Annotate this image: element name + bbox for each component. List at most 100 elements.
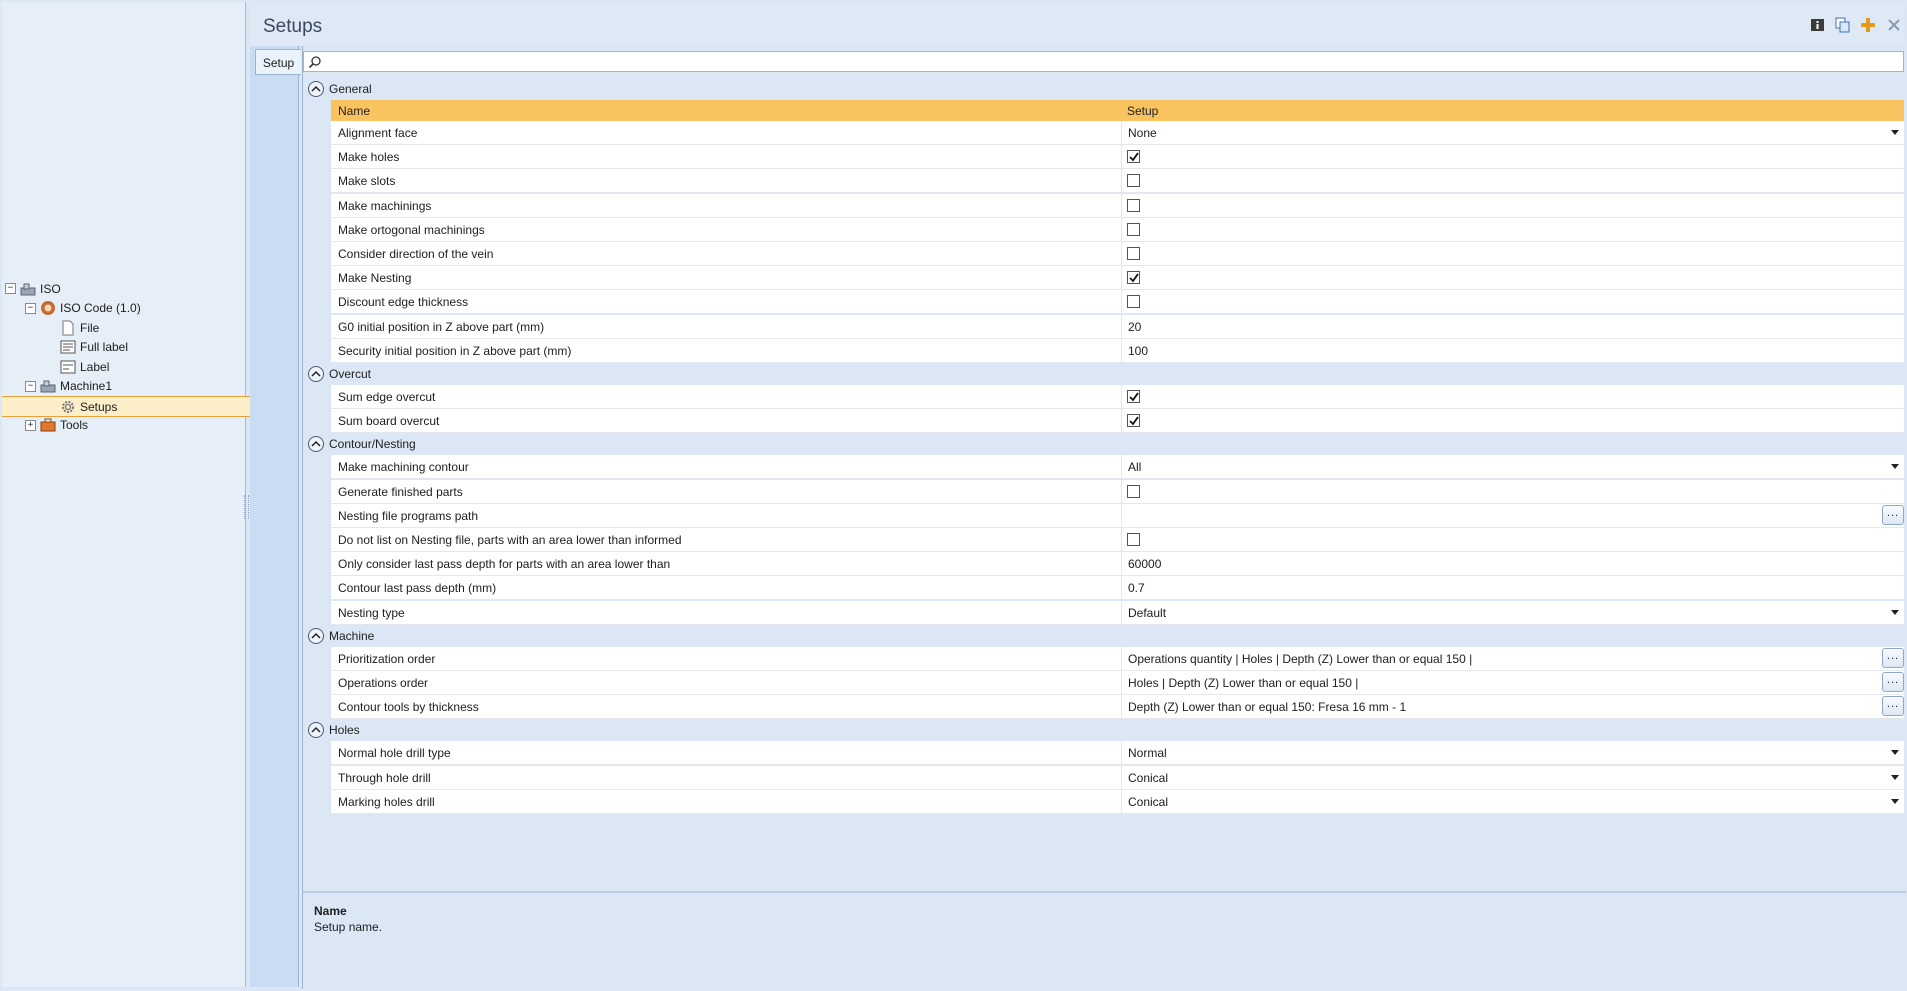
property-row-operations-order[interactable]: Operations order Holes | Depth (Z) Lower … — [331, 671, 1904, 695]
property-row-make-holes[interactable]: Make holes — [331, 145, 1905, 170]
expand-icon[interactable]: + — [25, 419, 36, 431]
close-icon[interactable] — [1886, 17, 1902, 33]
dropdown-arrow-icon[interactable] — [1891, 774, 1899, 780]
tree-node-machine1[interactable]: − Machine1 — [25, 377, 112, 396]
checked-checkbox[interactable] — [1127, 271, 1140, 285]
property-value-cell[interactable]: Conical — [1121, 789, 1905, 813]
unchecked-checkbox[interactable] — [1127, 484, 1140, 498]
collapse-group-icon[interactable] — [308, 722, 324, 739]
property-row-make-nesting[interactable]: Make Nesting — [331, 266, 1905, 291]
copy-icon[interactable] — [1835, 17, 1851, 33]
column-header-value[interactable]: Setup — [1127, 104, 1158, 118]
property-row-prioritization-order[interactable]: Prioritization order Operations quantity … — [331, 646, 1905, 671]
property-row-g0-initial-position-in-z-above-part-mm[interactable]: G0 initial position in Z above part (mm)… — [331, 314, 1905, 339]
property-row-generate-finished-parts[interactable]: Generate finished parts — [331, 479, 1905, 504]
collapse-group-icon[interactable] — [308, 366, 324, 382]
dropdown-arrow-icon[interactable] — [1891, 609, 1899, 615]
property-row-discount-edge-thickness[interactable]: Discount edge thickness — [331, 290, 1905, 315]
property-value-cell[interactable] — [1121, 385, 1905, 408]
property-row-alignment-face[interactable]: Alignment face None — [331, 121, 1904, 145]
property-value-cell[interactable]: Default — [1121, 600, 1905, 624]
unchecked-checkbox[interactable] — [1127, 222, 1140, 236]
ellipsis-button[interactable]: ... — [1882, 672, 1904, 692]
tree-node-setups[interactable]: Setups — [2, 396, 289, 417]
property-value[interactable]: 100 — [1128, 344, 1148, 358]
property-row-consider-direction-of-the-vein[interactable]: Consider direction of the vein — [331, 242, 1904, 266]
ellipsis-button[interactable]: ... — [1882, 504, 1904, 525]
property-value-cell[interactable]: Holes | Depth (Z) Lower than or equal 15… — [1121, 671, 1905, 694]
property-value-cell[interactable]: Depth (Z) Lower than or equal 150: Fresa… — [1121, 695, 1905, 719]
unchecked-checkbox[interactable] — [1127, 533, 1140, 546]
property-row-make-ortogonal-machinings[interactable]: Make ortogonal machinings — [331, 217, 1905, 242]
property-row-through-hole-drill[interactable]: Through hole drill Conical — [331, 765, 1905, 790]
property-value[interactable]: 20 — [1128, 320, 1141, 334]
unchecked-checkbox[interactable] — [1127, 174, 1140, 188]
tree-node-tools[interactable]: + Tools — [25, 416, 88, 435]
tree-node-full-label[interactable]: Full label — [45, 338, 128, 357]
property-value-cell[interactable]: 20 — [1121, 314, 1905, 338]
tree-node-file[interactable]: File — [45, 318, 99, 337]
collapse-group-icon[interactable] — [308, 627, 324, 644]
dropdown-arrow-icon[interactable] — [1891, 130, 1899, 135]
property-row-only-consider-last-pass-depth-for-parts-with-an-area-lower-than[interactable]: Only consider last pass depth for parts … — [331, 552, 1905, 577]
property-value-cell[interactable] — [1121, 290, 1905, 314]
dropdown-arrow-icon[interactable] — [1891, 798, 1899, 804]
tree-node-iso-code-1-0[interactable]: − ISO Code (1.0) — [25, 299, 141, 318]
checked-checkbox[interactable] — [1127, 414, 1140, 428]
collapse-group-icon[interactable] — [308, 436, 324, 453]
collapse-group-icon[interactable] — [308, 81, 324, 97]
property-value-cell[interactable]: Conical — [1121, 765, 1905, 789]
tree-node-label[interactable]: Label — [45, 357, 109, 376]
search-input[interactable] — [303, 51, 1904, 72]
property-row-sum-edge-overcut[interactable]: Sum edge overcut — [331, 385, 1904, 409]
property-value-cell[interactable] — [1121, 217, 1905, 241]
unchecked-checkbox[interactable] — [1127, 198, 1140, 212]
ellipsis-button[interactable]: ... — [1882, 696, 1904, 717]
property-row-make-machining-contour[interactable]: Make machining contour All — [331, 455, 1905, 480]
add-icon[interactable] — [1860, 17, 1876, 33]
property-value-cell[interactable]: ... — [1121, 503, 1905, 527]
property-value[interactable]: 0.7 — [1128, 581, 1145, 595]
property-row-do-not-list-on-nesting-file-parts-with-an-area-lower-than-informed[interactable]: Do not list on Nesting file, parts with … — [331, 528, 1904, 552]
tree-node-iso[interactable]: − ISO — [5, 279, 61, 298]
info-icon[interactable] — [1810, 17, 1826, 33]
checked-checkbox[interactable] — [1127, 390, 1140, 403]
property-row-contour-last-pass-depth-mm[interactable]: Contour last pass depth (mm) 0.7 — [331, 576, 1905, 601]
column-header-name[interactable]: Name — [338, 104, 370, 118]
ellipsis-button[interactable]: ... — [1882, 647, 1904, 668]
property-value-cell[interactable]: All — [1121, 455, 1905, 479]
property-value-cell[interactable] — [1121, 479, 1905, 503]
splitter-handle[interactable] — [244, 495, 249, 519]
property-row-security-initial-position-in-z-above-part-mm[interactable]: Security initial position in Z above par… — [331, 338, 1905, 363]
collapse-icon[interactable]: − — [5, 283, 16, 294]
unchecked-checkbox[interactable] — [1127, 295, 1140, 309]
property-row-contour-tools-by-thickness[interactable]: Contour tools by thickness Depth (Z) Lowe… — [331, 695, 1905, 720]
property-value-cell[interactable] — [1121, 266, 1905, 290]
dropdown-arrow-icon[interactable] — [1891, 750, 1899, 756]
collapse-icon[interactable]: − — [25, 302, 36, 314]
checked-checkbox[interactable] — [1127, 150, 1140, 164]
property-value-cell[interactable] — [1121, 528, 1905, 551]
collapse-icon[interactable]: − — [25, 380, 36, 392]
property-row-make-slots[interactable]: Make slots — [331, 169, 1905, 194]
property-row-make-machinings[interactable]: Make machinings — [331, 193, 1905, 218]
property-value-cell[interactable]: Normal — [1121, 741, 1905, 765]
dropdown-arrow-icon[interactable] — [1891, 464, 1899, 470]
property-value-cell[interactable] — [1121, 169, 1905, 193]
property-value-cell[interactable] — [1121, 145, 1905, 169]
property-value-cell[interactable]: Operations quantity | Holes | Depth (Z) … — [1121, 646, 1905, 670]
property-row-sum-board-overcut[interactable]: Sum board overcut — [331, 409, 1905, 434]
property-row-normal-hole-drill-type[interactable]: Normal hole drill type Normal — [331, 741, 1905, 766]
property-value-cell[interactable]: 0.7 — [1121, 576, 1905, 600]
unchecked-checkbox[interactable] — [1127, 247, 1140, 260]
property-value-cell[interactable]: None — [1121, 121, 1905, 144]
property-value[interactable]: 60000 — [1128, 557, 1161, 571]
property-value-cell[interactable] — [1121, 193, 1905, 217]
property-row-marking-holes-drill[interactable]: Marking holes drill Conical — [331, 789, 1905, 814]
property-row-nesting-type[interactable]: Nesting type Default — [331, 600, 1905, 625]
property-value-cell[interactable] — [1121, 242, 1905, 265]
property-value-cell[interactable] — [1121, 409, 1905, 433]
property-value-cell[interactable]: 100 — [1121, 338, 1905, 362]
property-row-nesting-file-programs-path[interactable]: Nesting file programs path... — [331, 503, 1905, 528]
property-value-cell[interactable]: 60000 — [1121, 552, 1905, 576]
